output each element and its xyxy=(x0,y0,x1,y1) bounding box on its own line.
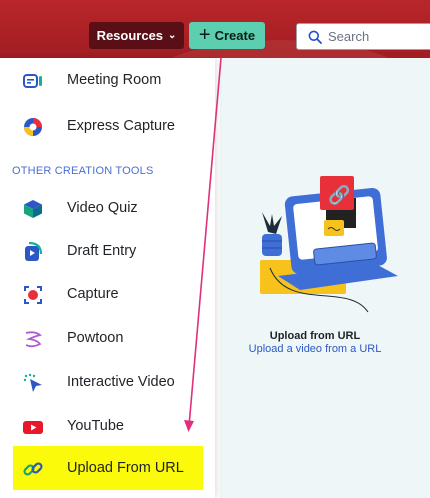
create-button[interactable]: + Create xyxy=(189,22,265,49)
resources-dropdown-button[interactable]: Resources ⌄ xyxy=(89,22,184,49)
create-dropdown-menu: Meeting Room Express Capture OTHER CREAT… xyxy=(0,58,215,498)
powtoon-icon xyxy=(25,331,42,348)
menu-item-interactive-video[interactable]: Interactive Video xyxy=(0,360,215,404)
capture-icon xyxy=(24,286,42,304)
menu-item-label: Interactive Video xyxy=(67,374,175,390)
menu-item-label: Capture xyxy=(67,286,119,302)
meeting-room-icon xyxy=(23,74,42,88)
search-icon xyxy=(308,30,322,44)
chevron-down-icon: ⌄ xyxy=(168,30,177,41)
resources-label: Resources xyxy=(96,28,164,43)
menu-item-label: Video Quiz xyxy=(67,200,138,216)
menu-item-label: Powtoon xyxy=(67,330,124,346)
interactive-video-icon xyxy=(23,373,42,392)
menu-item-video-quiz[interactable]: Video Quiz xyxy=(0,186,215,230)
menu-item-youtube[interactable]: YouTube xyxy=(0,404,215,448)
video-quiz-icon xyxy=(24,200,42,218)
search-input[interactable] xyxy=(328,29,418,44)
menu-item-label: YouTube xyxy=(67,418,124,434)
plus-icon: + xyxy=(198,23,211,46)
upload-from-url-illustration: 🔗 xyxy=(260,176,398,313)
menu-item-meeting-room[interactable]: Meeting Room xyxy=(0,58,215,102)
link-icon xyxy=(23,462,43,476)
menu-item-label: Upload From URL xyxy=(67,460,184,476)
menu-item-upload-from-url[interactable]: Upload From URL xyxy=(13,446,203,490)
menu-item-express-capture[interactable]: Express Capture xyxy=(0,104,215,148)
express-capture-icon xyxy=(24,118,42,136)
other-creation-tools-heading: OTHER CREATION TOOLS xyxy=(12,165,154,177)
menu-item-label: Meeting Room xyxy=(67,72,162,88)
search-box[interactable] xyxy=(296,23,430,50)
menu-item-powtoon[interactable]: Powtoon xyxy=(0,316,215,360)
draft-entry-icon xyxy=(25,242,43,261)
top-navigation-bar: Resources ⌄ + Create xyxy=(0,0,430,58)
svg-text:🔗: 🔗 xyxy=(328,184,350,206)
menu-item-capture[interactable]: Capture xyxy=(0,272,215,316)
menu-item-label: Express Capture xyxy=(67,118,175,134)
upload-from-url-title: Upload from URL xyxy=(269,330,361,342)
youtube-icon xyxy=(23,421,43,434)
menu-item-label: Draft Entry xyxy=(67,243,137,259)
upload-from-url-subtitle: Upload a video from a URL xyxy=(248,343,382,355)
create-label: Create xyxy=(214,28,256,43)
menu-item-draft-entry[interactable]: Draft Entry xyxy=(0,229,215,273)
